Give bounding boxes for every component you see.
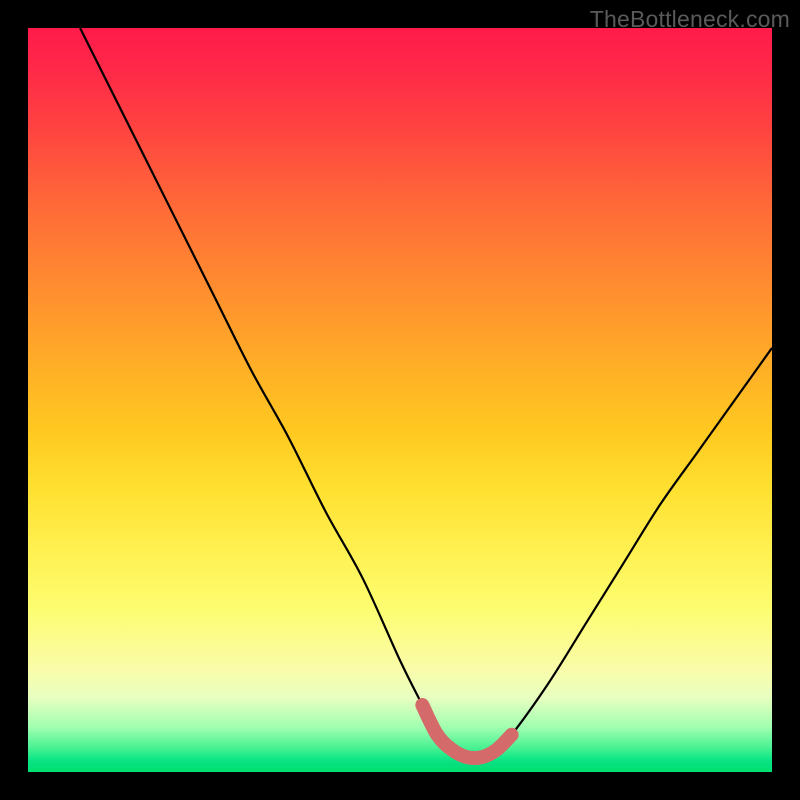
chart-container: TheBottleneck.com: [0, 0, 800, 800]
plot-area: [28, 28, 772, 772]
bottleneck-curve: [80, 28, 772, 758]
highlight-region: [422, 705, 511, 758]
chart-svg: [28, 28, 772, 772]
watermark-text: TheBottleneck.com: [590, 6, 790, 33]
